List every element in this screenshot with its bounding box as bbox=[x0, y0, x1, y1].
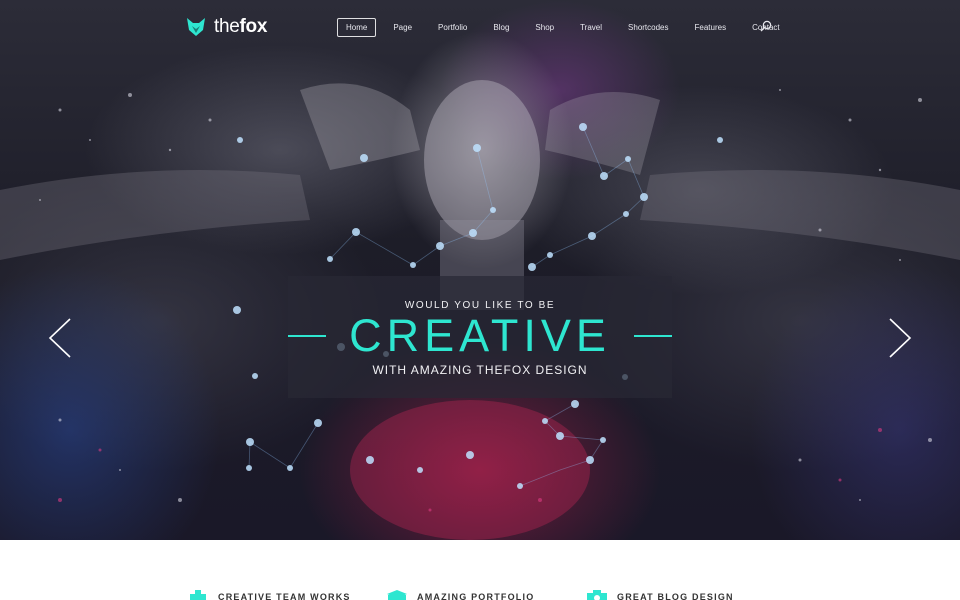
features-section: CREATIVE TEAM WORKS AMAZING PORTFOLIO GR… bbox=[0, 540, 960, 600]
nav-item-home[interactable]: Home bbox=[337, 18, 377, 37]
particle-network-graphic bbox=[0, 80, 960, 540]
search-icon[interactable] bbox=[760, 20, 772, 32]
logo-text: thefox bbox=[214, 16, 268, 37]
nav-item-features[interactable]: Features bbox=[686, 18, 736, 37]
hero-slider bbox=[0, 0, 960, 540]
logo[interactable]: thefox bbox=[186, 16, 267, 38]
feature-item: GREAT BLOG DESIGN bbox=[587, 590, 734, 600]
fox-logo-icon bbox=[187, 18, 205, 36]
feature-title: CREATIVE TEAM WORKS bbox=[218, 592, 351, 600]
nav-item-page[interactable]: Page bbox=[384, 18, 421, 37]
box-icon bbox=[387, 590, 407, 600]
nav-item-travel[interactable]: Travel bbox=[571, 18, 611, 37]
nav-item-shop[interactable]: Shop bbox=[526, 18, 563, 37]
header: thefox Home Page Portfolio Blog Shop Tra… bbox=[0, 0, 960, 54]
feature-item: AMAZING PORTFOLIO bbox=[387, 590, 534, 600]
nav-item-shortcodes[interactable]: Shortcodes bbox=[619, 18, 677, 37]
team-icon bbox=[190, 590, 206, 600]
nav-item-portfolio[interactable]: Portfolio bbox=[429, 18, 476, 37]
feature-item: CREATIVE TEAM WORKS bbox=[188, 590, 351, 600]
chevron-right-icon[interactable] bbox=[888, 318, 912, 358]
slide-subtitle: WITH AMAZING THEFOX DESIGN bbox=[372, 363, 588, 377]
chevron-left-icon[interactable] bbox=[48, 318, 72, 358]
feature-title: AMAZING PORTFOLIO bbox=[417, 592, 535, 600]
feature-title: GREAT BLOG DESIGN bbox=[617, 592, 734, 600]
slide-title: CREATIVE bbox=[349, 310, 611, 361]
camera-icon bbox=[587, 590, 607, 600]
main-nav: Home Page Portfolio Blog Shop Travel Sho… bbox=[337, 18, 797, 37]
title-line-right bbox=[634, 335, 672, 337]
nav-item-blog[interactable]: Blog bbox=[484, 18, 518, 37]
